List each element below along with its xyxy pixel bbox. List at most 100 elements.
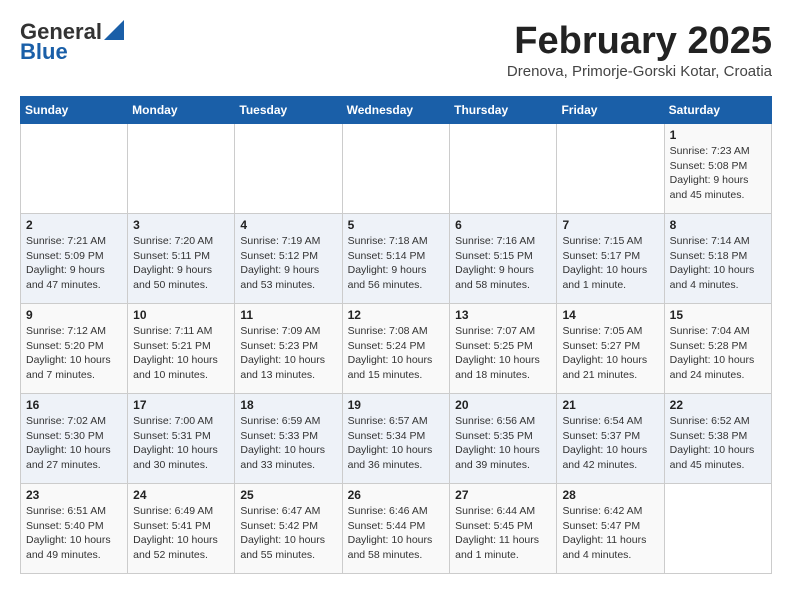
- calendar-day-8: 8 Sunrise: 7:14 AM Sunset: 5:18 PM Daylig…: [664, 214, 771, 304]
- calendar-day-25: 25 Sunrise: 6:47 AM Sunset: 5:42 PM Dayli…: [235, 484, 342, 574]
- day-number: 9: [26, 308, 122, 322]
- day-info: Sunrise: 7:08 AM Sunset: 5:24 PM Dayligh…: [348, 324, 445, 383]
- day-number: 28: [562, 488, 658, 502]
- day-number: 19: [348, 398, 445, 412]
- day-number: 1: [670, 128, 766, 142]
- day-number: 7: [562, 218, 658, 232]
- day-info: Sunrise: 6:57 AM Sunset: 5:34 PM Dayligh…: [348, 414, 445, 473]
- day-number: 26: [348, 488, 445, 502]
- calendar-day-28: 28 Sunrise: 6:42 AM Sunset: 5:47 PM Dayli…: [557, 484, 664, 574]
- day-number: 5: [348, 218, 445, 232]
- day-info: Sunrise: 7:11 AM Sunset: 5:21 PM Dayligh…: [133, 324, 229, 383]
- day-info: Sunrise: 7:14 AM Sunset: 5:18 PM Dayligh…: [670, 234, 766, 293]
- day-number: 2: [26, 218, 122, 232]
- calendar-empty-cell: [664, 484, 771, 574]
- calendar-header-tuesday: Tuesday: [235, 97, 342, 124]
- day-number: 4: [240, 218, 336, 232]
- calendar-header-monday: Monday: [128, 97, 235, 124]
- day-number: 27: [455, 488, 551, 502]
- calendar-day-22: 22Sunrise: 6:52 AM Sunset: 5:38 PM Dayli…: [664, 394, 771, 484]
- calendar-day-6: 6Sunrise: 7:16 AM Sunset: 5:15 PM Daylig…: [450, 214, 557, 304]
- day-info: Sunrise: 7:15 AM Sunset: 5:17 PM Dayligh…: [562, 234, 658, 293]
- calendar-day-20: 20 Sunrise: 6:56 AM Sunset: 5:35 PM Dayli…: [450, 394, 557, 484]
- day-info: Sunrise: 7:18 AM Sunset: 5:14 PM Dayligh…: [348, 234, 445, 293]
- day-number: 18: [240, 398, 336, 412]
- calendar-day-12: 12 Sunrise: 7:08 AM Sunset: 5:24 PM Dayli…: [342, 304, 450, 394]
- calendar-day-7: 7 Sunrise: 7:15 AM Sunset: 5:17 PM Daylig…: [557, 214, 664, 304]
- day-info: Sunrise: 6:47 AM Sunset: 5:42 PM Dayligh…: [240, 504, 336, 563]
- calendar-day-5: 5 Sunrise: 7:18 AM Sunset: 5:14 PM Daylig…: [342, 214, 450, 304]
- calendar-empty-cell: [235, 124, 342, 214]
- day-number: 11: [240, 308, 336, 322]
- logo-icon: [104, 20, 124, 40]
- calendar-day-10: 10Sunrise: 7:11 AM Sunset: 5:21 PM Dayli…: [128, 304, 235, 394]
- calendar-header-saturday: Saturday: [664, 97, 771, 124]
- day-number: 3: [133, 218, 229, 232]
- day-info: Sunrise: 7:20 AM Sunset: 5:11 PM Dayligh…: [133, 234, 229, 293]
- logo: General Blue: [20, 20, 124, 64]
- calendar-empty-cell: [557, 124, 664, 214]
- day-info: Sunrise: 7:05 AM Sunset: 5:27 PM Dayligh…: [562, 324, 658, 383]
- calendar-day-27: 27 Sunrise: 6:44 AM Sunset: 5:45 PM Dayli…: [450, 484, 557, 574]
- day-info: Sunrise: 6:46 AM Sunset: 5:44 PM Dayligh…: [348, 504, 445, 563]
- day-number: 8: [670, 218, 766, 232]
- day-info: Sunrise: 6:44 AM Sunset: 5:45 PM Dayligh…: [455, 504, 551, 563]
- day-number: 24: [133, 488, 229, 502]
- calendar-header: SundayMondayTuesdayWednesdayThursdayFrid…: [21, 97, 772, 124]
- calendar-header-wednesday: Wednesday: [342, 97, 450, 124]
- calendar-day-9: 9 Sunrise: 7:12 AM Sunset: 5:20 PM Daylig…: [21, 304, 128, 394]
- calendar-week-row: 2 Sunrise: 7:21 AM Sunset: 5:09 PM Daylig…: [21, 214, 772, 304]
- calendar-header-friday: Friday: [557, 97, 664, 124]
- calendar-week-row: 16Sunrise: 7:02 AM Sunset: 5:30 PM Dayli…: [21, 394, 772, 484]
- day-info: Sunrise: 7:02 AM Sunset: 5:30 PM Dayligh…: [26, 414, 122, 473]
- day-info: Sunrise: 6:52 AM Sunset: 5:38 PM Dayligh…: [670, 414, 766, 473]
- day-number: 20: [455, 398, 551, 412]
- day-info: Sunrise: 7:04 AM Sunset: 5:28 PM Dayligh…: [670, 324, 766, 383]
- day-info: Sunrise: 6:51 AM Sunset: 5:40 PM Dayligh…: [26, 504, 122, 563]
- day-number: 12: [348, 308, 445, 322]
- day-info: Sunrise: 6:49 AM Sunset: 5:41 PM Dayligh…: [133, 504, 229, 563]
- calendar-subtitle: Drenova, Primorje-Gorski Kotar, Croatia: [507, 63, 772, 80]
- day-info: Sunrise: 7:23 AM Sunset: 5:08 PM Dayligh…: [670, 144, 766, 203]
- calendar-empty-cell: [342, 124, 450, 214]
- calendar-day-13: 13Sunrise: 7:07 AM Sunset: 5:25 PM Dayli…: [450, 304, 557, 394]
- day-info: Sunrise: 7:19 AM Sunset: 5:12 PM Dayligh…: [240, 234, 336, 293]
- calendar-day-15: 15Sunrise: 7:04 AM Sunset: 5:28 PM Dayli…: [664, 304, 771, 394]
- calendar-day-2: 2 Sunrise: 7:21 AM Sunset: 5:09 PM Daylig…: [21, 214, 128, 304]
- day-info: Sunrise: 7:16 AM Sunset: 5:15 PM Dayligh…: [455, 234, 551, 293]
- day-info: Sunrise: 6:59 AM Sunset: 5:33 PM Dayligh…: [240, 414, 336, 473]
- calendar-day-11: 11 Sunrise: 7:09 AM Sunset: 5:23 PM Dayli…: [235, 304, 342, 394]
- calendar-day-1: 1 Sunrise: 7:23 AM Sunset: 5:08 PM Daylig…: [664, 124, 771, 214]
- calendar-day-19: 19 Sunrise: 6:57 AM Sunset: 5:34 PM Dayli…: [342, 394, 450, 484]
- header: General Blue February 2025 Drenova, Prim…: [20, 20, 772, 80]
- logo-blue: Blue: [20, 40, 68, 64]
- day-number: 14: [562, 308, 658, 322]
- day-info: Sunrise: 6:56 AM Sunset: 5:35 PM Dayligh…: [455, 414, 551, 473]
- calendar-header-sunday: Sunday: [21, 97, 128, 124]
- calendar-header-thursday: Thursday: [450, 97, 557, 124]
- calendar-table: SundayMondayTuesdayWednesdayThursdayFrid…: [20, 96, 772, 574]
- day-info: Sunrise: 7:12 AM Sunset: 5:20 PM Dayligh…: [26, 324, 122, 383]
- calendar-day-23: 23Sunrise: 6:51 AM Sunset: 5:40 PM Dayli…: [21, 484, 128, 574]
- day-info: Sunrise: 7:21 AM Sunset: 5:09 PM Dayligh…: [26, 234, 122, 293]
- calendar-day-21: 21 Sunrise: 6:54 AM Sunset: 5:37 PM Dayli…: [557, 394, 664, 484]
- calendar-empty-cell: [450, 124, 557, 214]
- calendar-week-row: 9 Sunrise: 7:12 AM Sunset: 5:20 PM Daylig…: [21, 304, 772, 394]
- calendar-empty-cell: [21, 124, 128, 214]
- day-number: 21: [562, 398, 658, 412]
- calendar-day-16: 16Sunrise: 7:02 AM Sunset: 5:30 PM Dayli…: [21, 394, 128, 484]
- calendar-week-row: 23Sunrise: 6:51 AM Sunset: 5:40 PM Dayli…: [21, 484, 772, 574]
- calendar-day-26: 26 Sunrise: 6:46 AM Sunset: 5:44 PM Dayli…: [342, 484, 450, 574]
- calendar-week-row: 1 Sunrise: 7:23 AM Sunset: 5:08 PM Daylig…: [21, 124, 772, 214]
- day-info: Sunrise: 6:54 AM Sunset: 5:37 PM Dayligh…: [562, 414, 658, 473]
- calendar-empty-cell: [128, 124, 235, 214]
- day-number: 25: [240, 488, 336, 502]
- day-info: Sunrise: 7:09 AM Sunset: 5:23 PM Dayligh…: [240, 324, 336, 383]
- calendar-day-14: 14 Sunrise: 7:05 AM Sunset: 5:27 PM Dayli…: [557, 304, 664, 394]
- calendar-day-18: 18 Sunrise: 6:59 AM Sunset: 5:33 PM Dayli…: [235, 394, 342, 484]
- day-number: 17: [133, 398, 229, 412]
- calendar-day-17: 17Sunrise: 7:00 AM Sunset: 5:31 PM Dayli…: [128, 394, 235, 484]
- day-number: 13: [455, 308, 551, 322]
- day-info: Sunrise: 6:42 AM Sunset: 5:47 PM Dayligh…: [562, 504, 658, 563]
- calendar-day-3: 3 Sunrise: 7:20 AM Sunset: 5:11 PM Daylig…: [128, 214, 235, 304]
